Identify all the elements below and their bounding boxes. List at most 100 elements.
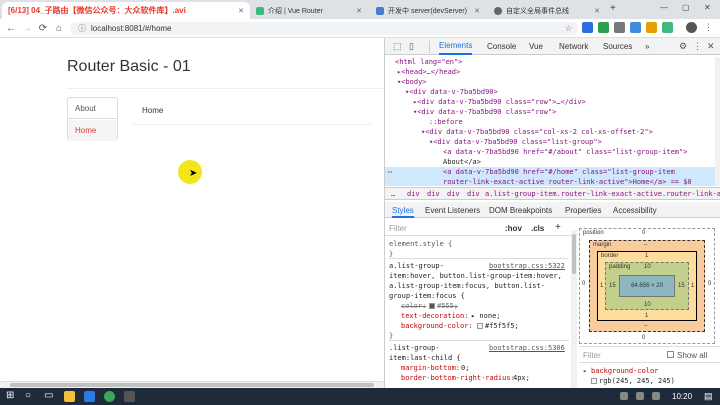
css-value[interactable]: ▸ none; (471, 311, 501, 321)
tray-icon[interactable] (620, 392, 628, 400)
dom-node-selected[interactable]: <a data-v-7ba5bd90 href="#/home" class="… (443, 167, 675, 177)
border-right-value[interactable]: 1 (691, 283, 694, 289)
minimize-icon[interactable]: — (660, 3, 668, 12)
breadcrumb-item[interactable]: div (447, 189, 460, 199)
scrollbar-thumb[interactable] (572, 234, 576, 274)
bookmark-star-icon[interactable]: ☆ (565, 24, 572, 33)
extension-icon[interactable] (582, 22, 593, 33)
vue-devtools-icon[interactable] (662, 22, 673, 33)
styles-scrollbar[interactable] (571, 230, 577, 388)
dom-node[interactable]: ▾<div data-v-7ba5bd90 class="row"> (413, 107, 556, 117)
dom-node[interactable]: <a data-v-7ba5bd90 href="#/about" class=… (443, 147, 687, 157)
new-tab-button[interactable]: + (610, 3, 616, 14)
maximize-icon[interactable]: ▢ (682, 3, 690, 12)
expand-icon[interactable]: ▸ (583, 366, 587, 376)
tab-vue[interactable]: Vue (529, 38, 543, 55)
ellipsis-icon[interactable]: ⋯ (388, 167, 392, 177)
tab-dom-breakpoints[interactable]: DOM Breakpoints (489, 206, 552, 215)
css-property[interactable]: text-decoration: (401, 311, 468, 321)
rule-source-link[interactable]: bootstrap.css:5306 (489, 343, 565, 353)
extension-icon[interactable] (598, 22, 609, 33)
computed-value[interactable]: rgb(245, 245, 245) (599, 376, 675, 386)
chrome-icon[interactable] (104, 391, 115, 402)
list-item-about[interactable]: About (68, 98, 117, 119)
list-item-home[interactable]: Home (68, 120, 117, 141)
padding-bottom-value[interactable]: 10 (644, 302, 651, 308)
css-property[interactable]: border-bottom-right-radius: (401, 373, 515, 383)
tray-icon[interactable] (636, 392, 644, 400)
margin-bottom-value[interactable]: – (644, 323, 647, 329)
scrollbar-thumb[interactable] (10, 383, 374, 387)
color-swatch[interactable] (477, 323, 483, 329)
window-close-icon[interactable]: ✕ (704, 3, 711, 12)
css-value[interactable]: 4px; (513, 373, 530, 383)
tab-console[interactable]: Console (487, 38, 516, 55)
extension-icon[interactable] (630, 22, 641, 33)
padding-right-value[interactable]: 15 (678, 283, 685, 289)
computed-filter-input[interactable]: Filter (583, 351, 601, 360)
tab-video[interactable]: [6/13] 04_子路由【微信公众号：大众软件库】.avi ✕ (2, 2, 250, 19)
border-bottom-value[interactable]: 1 (645, 313, 648, 319)
tab-styles[interactable]: Styles (392, 206, 414, 218)
tab-accessibility[interactable]: Accessibility (613, 206, 657, 215)
border-left-value[interactable]: 1 (600, 283, 603, 289)
dom-text[interactable]: About</a> (443, 157, 481, 167)
margin-top-value[interactable]: – (644, 242, 647, 248)
hov-toggle[interactable]: :hov (505, 224, 522, 233)
dom-node[interactable]: ▾<div data-v-7ba5bd90 class="list-group"… (429, 137, 602, 147)
tab-properties[interactable]: Properties (565, 206, 601, 215)
computed-property[interactable]: background-color (591, 366, 658, 376)
breadcrumb-item[interactable]: div (427, 189, 440, 199)
breadcrumb-item-selected[interactable]: a.list-group-item.router-link-exact-acti… (485, 189, 720, 199)
file-explorer-icon[interactable] (64, 391, 75, 402)
css-property-overridden[interactable]: color: (401, 301, 426, 311)
dom-pseudo[interactable]: ::before (429, 117, 463, 127)
back-icon[interactable]: ← (3, 23, 19, 34)
show-all-checkbox[interactable] (667, 351, 674, 358)
clock[interactable]: 10:20 (672, 392, 692, 401)
close-icon[interactable]: ✕ (232, 7, 244, 15)
padding-left-value[interactable]: 15 (609, 283, 616, 289)
color-swatch[interactable] (429, 303, 435, 309)
inspect-icon[interactable]: ⬚ (393, 41, 402, 52)
extension-icon[interactable] (614, 22, 625, 33)
tab-devserver[interactable]: 开发中 server(devServer) ✕ (370, 2, 486, 19)
forward-icon[interactable]: → (19, 23, 35, 34)
dom-node[interactable]: ▾<div data-v-7ba5bd90> (405, 87, 498, 97)
breadcrumb-item[interactable]: div (467, 189, 480, 199)
dom-node[interactable]: ▸<div data-v-7ba5bd90 class="row">…</div… (413, 97, 586, 107)
css-value[interactable]: #f5f5f5; (485, 321, 519, 331)
position-right-value[interactable]: 0 (708, 281, 711, 287)
breadcrumb-item[interactable]: … (391, 189, 395, 199)
menu-icon[interactable]: ⋮ (704, 22, 713, 33)
position-left-value[interactable]: 0 (582, 281, 585, 287)
dom-node-selected[interactable]: router-link-exact-active router-link-act… (443, 177, 692, 186)
close-icon[interactable]: ✕ (468, 7, 480, 15)
tab-event-bus[interactable]: 自定义全局事件总线 ✕ (488, 2, 606, 19)
border-top-value[interactable]: 1 (645, 253, 648, 259)
notification-icon[interactable]: ▤ (704, 391, 713, 402)
address-bar[interactable]: ⓘ localhost:8081/#/home ☆ (70, 22, 578, 35)
position-bottom-value[interactable]: 0 (642, 335, 645, 341)
dom-scrollbar[interactable] (715, 57, 720, 186)
tab-elements[interactable]: Elements (439, 38, 473, 55)
home-icon[interactable]: ⌂ (51, 23, 67, 34)
color-swatch[interactable] (591, 378, 597, 384)
more-options-icon[interactable]: ⋮ (693, 41, 702, 52)
padding-top-value[interactable]: 10 (644, 264, 651, 270)
dom-node[interactable]: ▸<head>…</head> (397, 67, 460, 77)
device-toggle-icon[interactable]: ▯ (409, 41, 414, 52)
vscode-icon[interactable] (84, 391, 95, 402)
tab-event-listeners[interactable]: Event Listeners (425, 206, 480, 215)
close-icon[interactable]: ✕ (588, 7, 600, 15)
horizontal-scrollbar[interactable] (0, 381, 384, 388)
tab-network[interactable]: Network (559, 38, 588, 55)
css-value[interactable]: 0; (461, 363, 469, 373)
task-view-icon[interactable]: ▭ (44, 390, 53, 401)
css-value-overridden[interactable]: #555; (437, 301, 458, 311)
windows-start-icon[interactable]: ⊞ (6, 390, 14, 401)
close-devtools-icon[interactable]: ✕ (707, 41, 715, 52)
app-icon[interactable] (124, 391, 135, 402)
dom-node[interactable]: ▾<body> (397, 77, 427, 87)
css-property[interactable]: background-color: (401, 321, 473, 331)
